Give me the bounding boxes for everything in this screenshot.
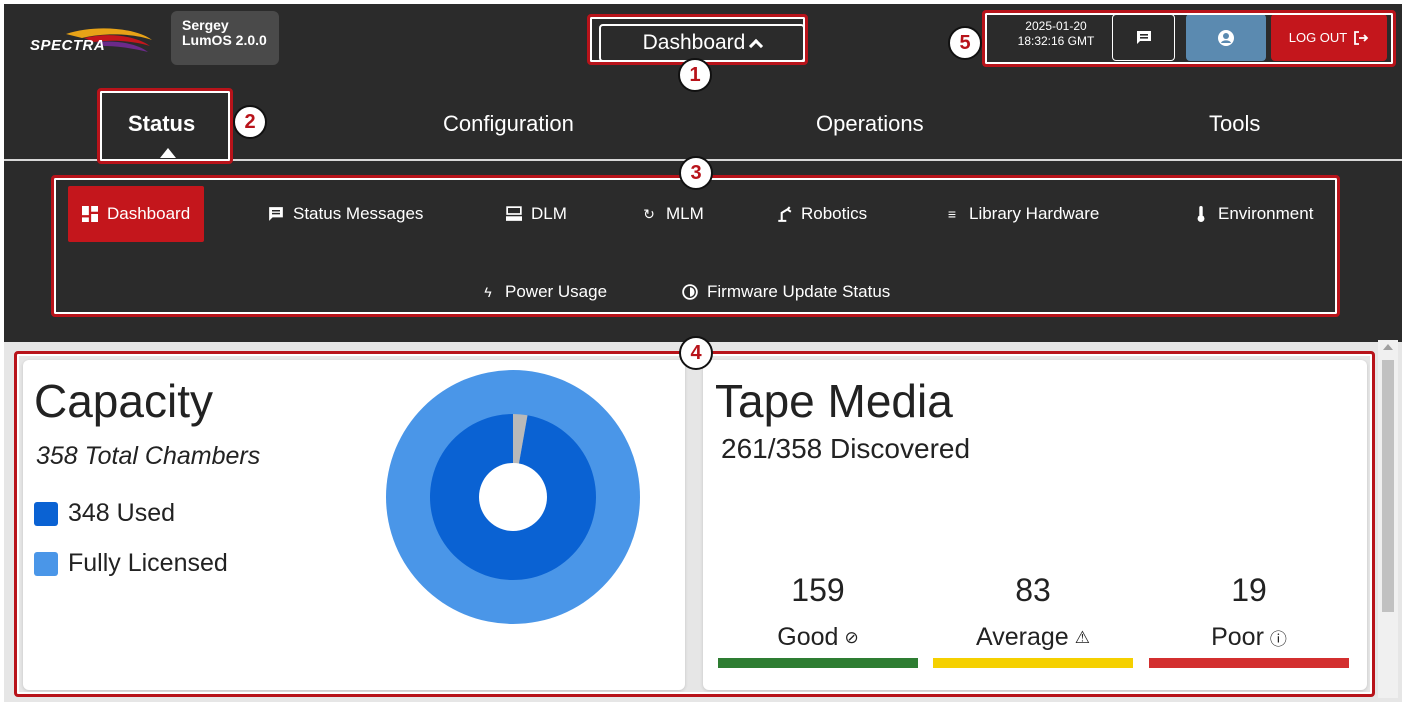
subnav-label: Status Messages: [293, 204, 424, 223]
user-name: Sergey: [182, 17, 229, 33]
spectra-logo: SPECTRA: [26, 26, 156, 60]
annotation-badge-2: 2: [233, 105, 267, 139]
stat-good-value: 159: [791, 572, 845, 608]
subnav-robotics[interactable]: Robotics: [762, 186, 881, 242]
account-button[interactable]: [1186, 14, 1266, 61]
used-swatch: [34, 501, 58, 526]
list-icon: ≡: [947, 206, 957, 222]
subnav-status-messages[interactable]: Status Messages: [254, 186, 437, 242]
half-circle-icon: [682, 284, 698, 300]
subnav-label: Library Hardware: [969, 204, 1100, 223]
chevron-up-icon: [749, 38, 764, 54]
subnav-mlm[interactable]: ↻ MLM: [627, 186, 718, 242]
annotation-badge-1: 1: [678, 58, 712, 92]
subnav-label: Power Usage: [505, 282, 608, 301]
subnav-label: MLM: [666, 204, 704, 223]
stat-poor-value: 19: [1231, 572, 1267, 608]
subnav-label: Dashboard: [107, 204, 191, 223]
messages-button[interactable]: [1112, 14, 1175, 61]
user-version-badge: Sergey LumOS 2.0.0: [171, 11, 279, 65]
stat-average-value: 83: [1015, 572, 1051, 608]
robot-arm-icon: [778, 206, 792, 222]
warning-icon: ⚠: [1074, 627, 1090, 647]
annotation-badge-3: 3: [679, 156, 713, 190]
subnav-label: Firmware Update Status: [707, 282, 891, 301]
tape-discovered: 261/358 Discovered: [721, 433, 971, 464]
annotation-badge-5: 5: [948, 26, 982, 60]
logout-button[interactable]: LOG OUT: [1271, 14, 1387, 61]
capacity-donut-chart: [386, 370, 640, 624]
donut-hole: [479, 463, 547, 531]
subnav-environment[interactable]: Environment: [1179, 186, 1327, 242]
legend-used: 348 Used: [34, 499, 175, 528]
stat-poor: 19 Poor ⓘ: [1149, 572, 1349, 652]
subnav-power-usage[interactable]: ϟ Power Usage: [466, 264, 621, 320]
dashboard-icon: [82, 206, 98, 222]
dashboard-menu-label: Dashboard: [642, 31, 746, 54]
tab-tools[interactable]: Tools: [1209, 111, 1260, 137]
scrollbar-thumb[interactable]: [1382, 360, 1394, 612]
message-icon: [269, 207, 283, 221]
tab-status[interactable]: Status: [128, 111, 195, 137]
time-label: 18:32:16 GMT: [1017, 34, 1095, 48]
logout-icon: [1354, 30, 1369, 45]
legend-licensed: Fully Licensed: [34, 549, 228, 578]
exclamation-circle-icon: ⓘ: [1269, 630, 1287, 649]
subnav-label: Robotics: [801, 204, 868, 223]
user-icon: [1218, 29, 1234, 46]
thermometer-icon: [1197, 206, 1205, 222]
active-tab-caret: [160, 148, 176, 158]
subnav-label: Environment: [1218, 204, 1314, 223]
legend-licensed-label: Fully Licensed: [68, 549, 228, 577]
check-circle-icon: ⊘: [844, 627, 859, 647]
scroll-up-arrow[interactable]: [1383, 344, 1393, 350]
good-bar: [718, 658, 918, 668]
lightning-icon: ϟ: [484, 284, 492, 300]
version-label: LumOS 2.0.0: [182, 32, 267, 48]
date-label: 2025-01-20: [1025, 19, 1087, 33]
logout-label: LOG OUT: [1288, 30, 1348, 45]
tab-operations[interactable]: Operations: [816, 111, 924, 137]
poor-bar: [1149, 658, 1349, 668]
clock: 2025-01-20 18:32:16 GMT: [1004, 19, 1108, 49]
subnav-dlm[interactable]: DLM: [492, 186, 581, 242]
annotation-badge-4: 4: [679, 336, 713, 370]
refresh-icon: ↻: [643, 206, 655, 222]
stat-poor-label: Poor: [1211, 623, 1264, 651]
average-bar: [933, 658, 1133, 668]
dashboard-menu-button[interactable]: Dashboard: [599, 24, 805, 62]
stat-good: 159 Good ⊘: [718, 572, 918, 652]
stat-average-label: Average: [976, 623, 1069, 651]
drive-icon: [506, 206, 522, 221]
tape-media-title: Tape Media: [715, 375, 953, 427]
subnav-firmware-update-status[interactable]: Firmware Update Status: [668, 264, 904, 320]
message-icon: [1136, 30, 1151, 44]
subnav-dashboard[interactable]: Dashboard: [68, 186, 205, 242]
stat-average: 83 Average ⚠: [933, 572, 1133, 652]
legend-used-label: 348 Used: [68, 499, 176, 527]
subnav-label: DLM: [531, 204, 567, 223]
capacity-total: 358 Total Chambers: [36, 442, 261, 470]
stat-good-label: Good: [777, 623, 839, 651]
subnav-library-hardware[interactable]: ≡ Library Hardware: [930, 186, 1113, 242]
licensed-swatch: [34, 551, 58, 576]
tab-configuration[interactable]: Configuration: [443, 111, 574, 137]
capacity-title: Capacity: [34, 375, 213, 427]
